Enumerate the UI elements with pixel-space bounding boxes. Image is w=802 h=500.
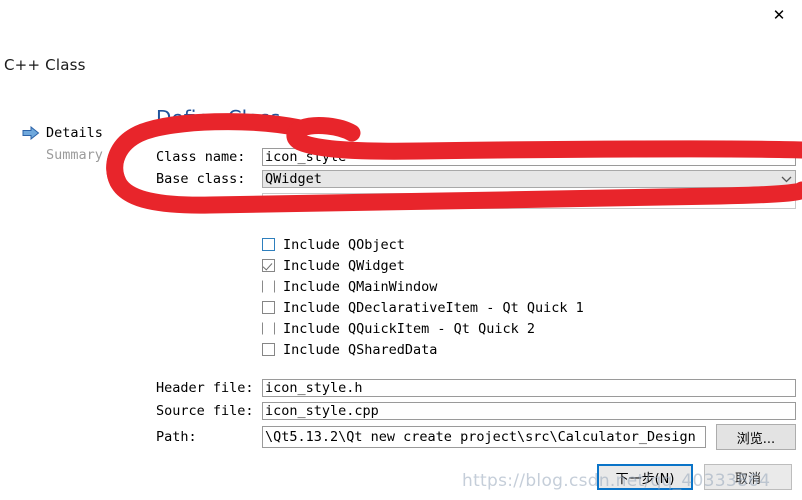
header-file-row: Header file: icon_style.h xyxy=(156,379,796,397)
checkbox-qmainwindow-label: Include QMainWindow xyxy=(283,278,438,295)
list-item[interactable]: Include QDeclarativeItem - Qt Quick 1 xyxy=(262,297,584,318)
list-item[interactable]: Include QMainWindow xyxy=(262,276,584,297)
browse-button[interactable]: 浏览... xyxy=(716,424,796,450)
checkbox-qquickitem-label: Include QQuickItem - Qt Quick 2 xyxy=(283,320,535,337)
title-bar: ✕ xyxy=(0,0,802,38)
checkbox-qquickitem[interactable] xyxy=(262,322,275,335)
include-options-group: Include QObject Include QWidget Include … xyxy=(262,234,584,360)
nav-arrow-placeholder xyxy=(22,146,46,164)
checkbox-qmainwindow[interactable] xyxy=(262,280,275,293)
sidebar-item-details[interactable]: Details xyxy=(22,122,142,144)
class-name-input[interactable]: icon_style xyxy=(262,148,796,166)
sidebar-item-summary-label: Summary xyxy=(46,147,103,163)
base-class-row: Base class: QWidget xyxy=(156,170,796,188)
blue-arrow-icon xyxy=(22,124,46,142)
path-label: Path: xyxy=(156,429,197,445)
source-file-label: Source file: xyxy=(156,403,254,419)
cpp-class-wizard-dialog: ✕ C++ Class Details Summary Define Class… xyxy=(0,0,802,500)
source-file-row: Source file: icon_style.cpp xyxy=(156,402,796,420)
base-class-select[interactable]: QWidget xyxy=(262,170,796,188)
list-item[interactable]: Include QQuickItem - Qt Quick 2 xyxy=(262,318,584,339)
checkbox-qobject-label: Include QObject xyxy=(283,236,405,253)
extra-input[interactable] xyxy=(262,193,796,209)
checkbox-qshareddata-label: Include QSharedData xyxy=(283,341,438,358)
header-file-input[interactable]: icon_style.h xyxy=(262,379,796,397)
checkbox-qwidget[interactable] xyxy=(262,259,275,272)
class-name-label: Class name: xyxy=(156,149,246,165)
checkbox-qobject[interactable] xyxy=(262,238,275,251)
extra-field-row xyxy=(156,192,796,210)
next-button[interactable]: 下一步(N) xyxy=(597,464,693,490)
list-item[interactable]: Include QWidget xyxy=(262,255,584,276)
close-icon[interactable]: ✕ xyxy=(756,0,802,30)
cancel-button[interactable]: 取消 xyxy=(704,464,792,490)
page-title: C++ Class xyxy=(4,56,86,74)
section-heading: Define Class xyxy=(156,106,281,130)
list-item[interactable]: Include QObject xyxy=(262,234,584,255)
checkbox-qshareddata[interactable] xyxy=(262,343,275,356)
sidebar-item-summary[interactable]: Summary xyxy=(22,144,142,166)
header-file-label: Header file: xyxy=(156,380,254,396)
list-item[interactable]: Include QSharedData xyxy=(262,339,584,360)
source-file-input[interactable]: icon_style.cpp xyxy=(262,402,796,420)
path-row: Path: \Qt5.13.2\Qt new create project\sr… xyxy=(156,424,796,450)
wizard-nav: Details Summary xyxy=(22,122,142,166)
base-class-label: Base class: xyxy=(156,171,246,187)
file-paths-form: Header file: icon_style.h Source file: i… xyxy=(156,379,796,450)
sidebar-item-details-label: Details xyxy=(46,125,103,141)
checkbox-qdeclarativeitem-label: Include QDeclarativeItem - Qt Quick 1 xyxy=(283,299,584,316)
dialog-footer: 下一步(N) 取消 xyxy=(0,462,802,496)
path-input[interactable]: \Qt5.13.2\Qt new create project\src\Calc… xyxy=(262,426,706,448)
checkbox-qdeclarativeitem[interactable] xyxy=(262,301,275,314)
base-class-value: QWidget xyxy=(265,171,322,187)
checkbox-qwidget-label: Include QWidget xyxy=(283,257,405,274)
define-class-form: Class name: icon_style Base class: QWidg… xyxy=(156,148,796,214)
chevron-down-icon xyxy=(779,172,793,186)
class-name-row: Class name: icon_style xyxy=(156,148,796,166)
